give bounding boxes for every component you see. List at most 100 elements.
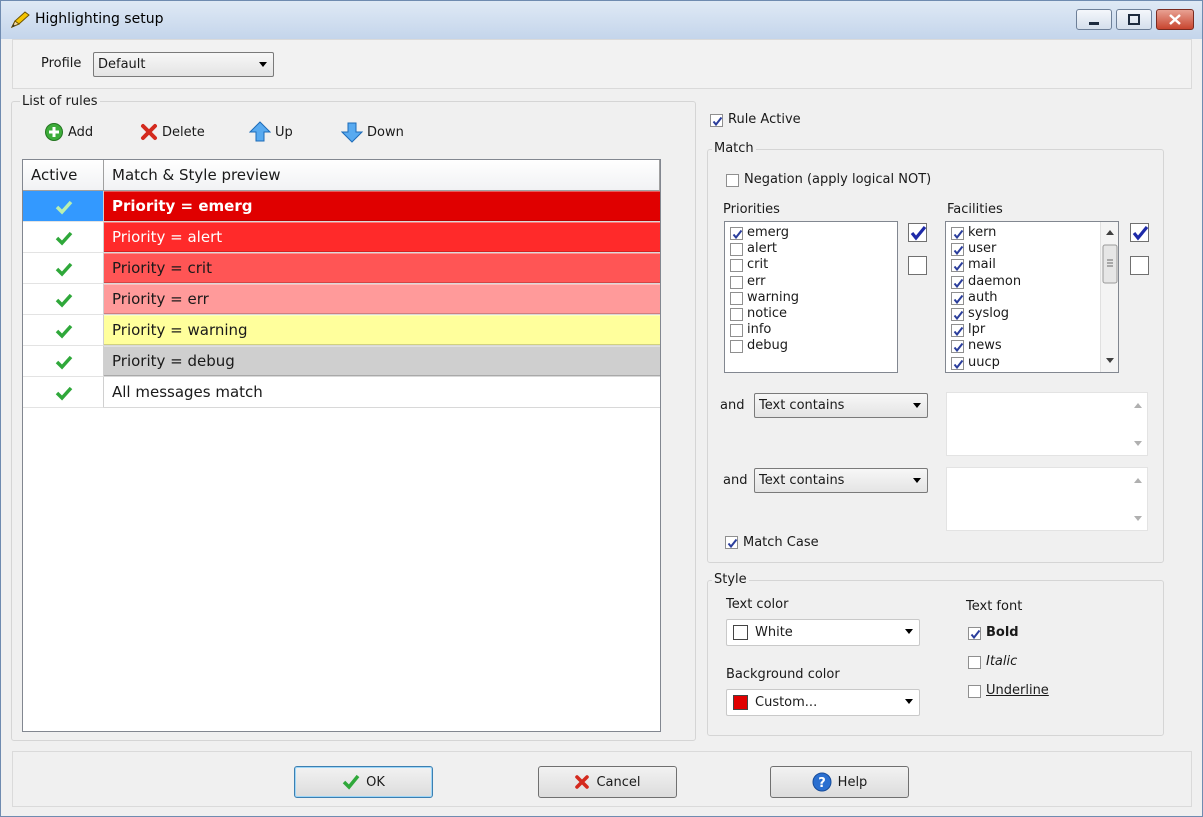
profile-value: Default [98, 57, 146, 72]
checkmark-icon [953, 278, 964, 288]
up-button[interactable]: Up [249, 120, 293, 144]
facilities-list[interactable]: kern user mail daemon auth syslog lpr news uucp [945, 221, 1119, 373]
facilities-item-checkbox[interactable] [951, 227, 964, 240]
add-icon [45, 123, 63, 141]
rule-active-cell[interactable] [23, 346, 104, 377]
priorities-item-checkbox[interactable] [730, 259, 743, 273]
text-color-value: White [755, 625, 793, 640]
cancel-label: Cancel [596, 774, 641, 790]
rule-row[interactable]: Priority = err [23, 284, 660, 315]
down-button[interactable]: Down [341, 120, 404, 144]
condition-2-operator-select[interactable]: Text contains [754, 468, 928, 493]
down-label: Down [367, 124, 404, 140]
priorities-item-checkbox[interactable] [730, 324, 743, 338]
column-header-active[interactable]: Active [23, 160, 104, 191]
condition-2-text-input[interactable] [946, 467, 1148, 531]
facilities-item-checkbox[interactable] [951, 275, 964, 289]
checkmark-icon [55, 231, 73, 246]
priorities-item-checkbox[interactable] [730, 243, 743, 257]
background-color-swatch [733, 695, 748, 710]
priorities-item-label: emerg [747, 225, 790, 240]
priorities-item-checkbox[interactable] [730, 308, 743, 321]
rule-active-cell[interactable] [23, 377, 104, 408]
negation-checkbox[interactable] [726, 174, 739, 187]
priorities-item-checkbox[interactable] [730, 275, 743, 289]
maximize-icon [1128, 14, 1140, 25]
rule-active-cell[interactable] [23, 222, 104, 253]
column-header-preview[interactable]: Match & Style preview [104, 160, 660, 191]
priorities-list[interactable]: emerg alert crit err warning notice info debug [724, 221, 898, 373]
condition-1-scrollbar[interactable] [1129, 393, 1147, 455]
rule-row[interactable]: Priority = debug [23, 346, 660, 377]
facilities-item-label: lpr [968, 322, 986, 338]
facilities-item-checkbox[interactable] [951, 243, 964, 257]
select-none-priorities-checkbox[interactable] [908, 256, 927, 275]
facilities-item-label: daemon [968, 273, 1022, 289]
priorities-item-label: alert [747, 241, 778, 257]
priorities-item-checkbox[interactable] [730, 227, 743, 240]
condition-1-text-input[interactable] [946, 392, 1148, 456]
profile-select[interactable]: Default [93, 52, 274, 77]
select-none-facilities-checkbox[interactable] [1130, 256, 1149, 275]
rules-group-label: List of rules [20, 94, 100, 109]
chevron-down-icon [905, 629, 913, 634]
delete-button[interactable]: Delete [140, 120, 205, 144]
italic-checkbox[interactable] [968, 656, 981, 669]
scrollbar-arrows-icon [1134, 403, 1142, 446]
facilities-item-checkbox[interactable] [951, 340, 964, 354]
rule-row[interactable]: Priority = emerg [23, 191, 660, 222]
checkmark-icon [727, 538, 738, 549]
text-color-select[interactable]: White [726, 619, 920, 646]
facilities-item-checkbox[interactable] [951, 291, 964, 305]
title-bar: Highlighting setup [1, 1, 1202, 39]
chevron-down-icon [905, 699, 913, 704]
add-button[interactable]: Add [44, 120, 93, 144]
rule-active-cell[interactable] [23, 315, 104, 346]
priorities-item-checkbox[interactable] [730, 291, 743, 305]
condition-2-scrollbar[interactable] [1129, 468, 1147, 530]
text-font-label: Text font [966, 599, 1023, 614]
match-case-label: Match Case [743, 535, 819, 550]
rule-active-cell[interactable] [23, 191, 104, 222]
priorities-item-label: err [747, 273, 766, 289]
bold-checkbox[interactable] [968, 627, 981, 640]
priorities-item-checkbox[interactable] [730, 340, 743, 354]
facilities-item-checkbox[interactable] [951, 259, 964, 273]
ok-button[interactable]: OK [294, 766, 433, 798]
rule-active-checkbox[interactable] [710, 114, 723, 127]
minimize-button[interactable] [1076, 9, 1112, 30]
condition-2-operator: Text contains [759, 473, 845, 488]
rule-preview-cell: Priority = alert [104, 222, 660, 253]
facilities-item-checkbox[interactable] [951, 356, 964, 370]
close-button[interactable] [1156, 9, 1194, 30]
rule-preview-cell: All messages match [104, 377, 660, 408]
underline-checkbox[interactable] [968, 685, 981, 698]
checkmark-icon [953, 294, 964, 304]
select-all-priorities-checkbox[interactable] [908, 223, 927, 242]
cancel-button[interactable]: Cancel [538, 766, 677, 798]
checkmark-icon [55, 293, 73, 308]
facilities-item-checkbox[interactable] [951, 308, 964, 321]
background-color-select[interactable]: Custom... [726, 689, 920, 716]
facilities-item-checkbox[interactable] [951, 324, 964, 338]
rule-row[interactable]: Priority = alert [23, 222, 660, 253]
facilities-scrollbar[interactable] [1100, 222, 1118, 372]
rule-row[interactable]: All messages match [23, 377, 660, 408]
rule-row[interactable]: Priority = crit [23, 253, 660, 284]
rule-active-cell[interactable] [23, 284, 104, 315]
condition-1-operator-select[interactable]: Text contains [754, 393, 928, 418]
rule-active-cell[interactable] [23, 253, 104, 284]
rules-table[interactable]: Active Match & Style preview Priority = … [22, 159, 661, 732]
facilities-item-label: user [968, 241, 997, 257]
checkmark-icon [910, 225, 927, 241]
add-label: Add [68, 124, 94, 140]
facilities-item-label: uucp [968, 354, 1000, 370]
help-button[interactable]: ? Help [770, 766, 909, 798]
maximize-button[interactable] [1116, 9, 1152, 30]
background-color-label: Background color [726, 667, 840, 682]
match-case-checkbox[interactable] [725, 536, 738, 549]
chevron-down-icon [913, 478, 921, 483]
select-all-facilities-checkbox[interactable] [1130, 223, 1149, 242]
help-icon: ? [812, 772, 832, 792]
rule-row[interactable]: Priority = warning [23, 315, 660, 346]
